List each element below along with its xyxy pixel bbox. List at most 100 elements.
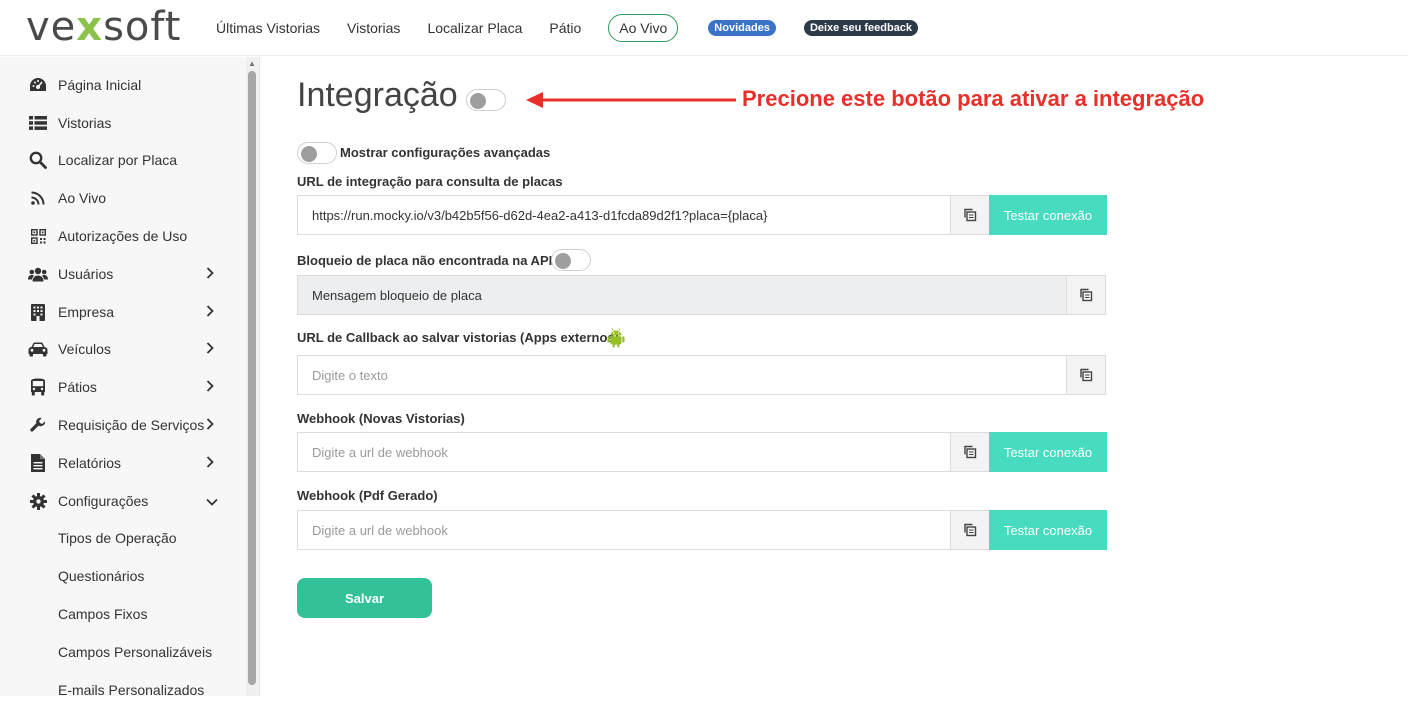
users-icon	[28, 264, 48, 284]
copy-plate-url-button[interactable]	[950, 195, 990, 235]
sidebar-item-label: Configurações	[58, 493, 149, 509]
sidebar-subitem-label: Campos Fixos	[58, 606, 148, 622]
sidebar-item-label: Usuários	[58, 266, 114, 282]
block-plate-label: Bloqueio de placa não encontrada na API	[297, 253, 553, 268]
copy-webhook-new-button[interactable]	[950, 432, 990, 472]
sidebar-item-label: Vistorias	[58, 115, 112, 131]
sidebar-item-pagina-inicial[interactable]: Página Inicial	[0, 66, 245, 104]
sidebar-subitem-tipos-operacao[interactable]: Tipos de Operação	[0, 519, 245, 557]
chevron-right-icon	[206, 266, 214, 282]
callback-url-placeholder: Digite o texto	[312, 367, 388, 383]
copy-icon	[964, 523, 977, 537]
chevron-right-icon	[206, 304, 214, 320]
webhook-new-label: Webhook (Novas Vistorias)	[297, 411, 465, 426]
test-webhook-pdf-button[interactable]: Testar conexão	[989, 510, 1107, 550]
chevron-right-icon	[206, 341, 214, 357]
sidebar-subitem-campos-fixos[interactable]: Campos Fixos	[0, 595, 245, 633]
plate-url-value: https://run.mocky.io/v3/b42b5f56-d62d-4e…	[312, 207, 768, 223]
bus-icon	[28, 377, 48, 397]
sidebar-item-vistorias[interactable]: Vistorias	[0, 104, 245, 142]
callback-url-label: URL de Callback ao salvar vistorias (App…	[297, 330, 619, 345]
sidebar-subitem-label: Questionários	[58, 568, 145, 584]
test-connection-button[interactable]: Testar conexão	[989, 195, 1107, 235]
top-navbar: vexsoft Últimas Vistorias Vistorias Loca…	[0, 0, 1408, 56]
vexsoft-logo[interactable]: vexsoft	[26, 4, 181, 50]
sidebar-item-label: Veículos	[58, 341, 111, 357]
webhook-pdf-label: Webhook (Pdf Gerado)	[297, 488, 438, 503]
block-plate-placeholder: Mensagem bloqueio de placa	[312, 287, 482, 303]
test-webhook-new-button[interactable]: Testar conexão	[989, 432, 1107, 472]
gear-icon	[28, 491, 48, 511]
logo-text-post: soft	[103, 4, 182, 50]
save-button[interactable]: Salvar	[297, 578, 432, 618]
copy-icon	[964, 445, 977, 459]
sidebar-item-patios[interactable]: Pátios	[0, 368, 245, 406]
android-icon	[607, 328, 625, 348]
block-plate-message-input[interactable]: Mensagem bloqueio de placa	[297, 275, 1067, 315]
sidebar-item-label: Relatórios	[58, 455, 122, 471]
sidebar-subitem-questionarios[interactable]: Questionários	[0, 557, 245, 595]
sidebar-item-relatorios[interactable]: Relatórios	[0, 444, 245, 482]
top-nav: Últimas Vistorias Vistorias Localizar Pl…	[216, 0, 946, 56]
sidebar-item-label: Requisição de Serviços	[58, 417, 205, 433]
chevron-right-icon	[206, 379, 214, 395]
advanced-settings-label: Mostrar configurações avançadas	[340, 145, 551, 160]
copy-block-message-button[interactable]	[1066, 275, 1106, 315]
sidebar-item-veiculos[interactable]: Veículos	[0, 330, 245, 368]
nav-ao-vivo[interactable]: Ao Vivo	[608, 14, 679, 42]
sidebar: Página Inicial Vistorias Localizar por P…	[0, 57, 260, 698]
chevron-down-icon	[206, 493, 218, 509]
sidebar-item-autorizacoes[interactable]: Autorizações de Uso	[0, 217, 245, 255]
sidebar-item-empresa[interactable]: Empresa	[0, 293, 245, 331]
block-plate-toggle[interactable]	[551, 249, 591, 271]
chevron-right-icon	[206, 417, 214, 433]
sidebar-item-requisicao-servicos[interactable]: Requisição de Serviços	[0, 406, 245, 444]
copy-callback-url-button[interactable]	[1066, 355, 1106, 395]
scroll-up-icon[interactable]: ▲	[247, 60, 257, 68]
sidebar-item-label: Autorizações de Uso	[58, 228, 188, 244]
sidebar-item-configuracoes[interactable]: Configurações	[0, 482, 245, 520]
copy-webhook-pdf-button[interactable]	[950, 510, 990, 550]
logo-text-x: x	[76, 4, 104, 50]
plate-url-label: URL de integração para consulta de placa…	[297, 174, 563, 189]
building-icon	[28, 302, 48, 322]
copy-icon	[1080, 288, 1093, 302]
sidebar-item-ao-vivo[interactable]: Ao Vivo	[0, 179, 245, 217]
webhook-pdf-input[interactable]: Digite a url de webhook	[297, 510, 951, 550]
page-title: Integração	[297, 76, 458, 114]
callback-url-input[interactable]: Digite o texto	[297, 355, 1067, 395]
sidebar-subitem-campos-personalizaveis[interactable]: Campos Personalizáveis	[0, 633, 245, 671]
sidebar-item-usuarios[interactable]: Usuários	[0, 255, 245, 293]
search-icon	[28, 150, 48, 170]
rss-icon	[28, 188, 48, 208]
copy-icon	[1080, 368, 1093, 382]
webhook-new-input[interactable]: Digite a url de webhook	[297, 432, 951, 472]
nav-ultimas-vistorias[interactable]: Últimas Vistorias	[216, 20, 320, 36]
sidebar-subitem-label: Campos Personalizáveis	[58, 644, 213, 660]
webhook-pdf-placeholder: Digite a url de webhook	[312, 522, 448, 538]
sidebar-item-localizar-placa[interactable]: Localizar por Placa	[0, 141, 245, 179]
plate-url-input[interactable]: https://run.mocky.io/v3/b42b5f56-d62d-4e…	[297, 195, 951, 235]
wrench-icon	[28, 415, 48, 435]
nav-patio[interactable]: Pátio	[549, 20, 581, 36]
sidebar-item-label: Página Inicial	[58, 77, 142, 93]
advanced-settings-toggle[interactable]	[297, 142, 337, 164]
copy-icon	[964, 208, 977, 222]
news-badge[interactable]: Novidades	[708, 20, 776, 36]
sidebar-scroll-thumb[interactable]	[248, 71, 256, 685]
chevron-right-icon	[206, 455, 214, 471]
list-icon	[28, 113, 48, 133]
dashboard-icon	[28, 75, 48, 95]
sidebar-item-label: Pátios	[58, 379, 97, 395]
sidebar-subitem-emails-personalizados[interactable]: E-mails Personalizados	[0, 671, 245, 709]
nav-localizar-placa[interactable]: Localizar Placa	[427, 20, 522, 36]
integration-toggle[interactable]	[466, 89, 506, 111]
logo-text-pre: ve	[26, 4, 77, 50]
sidebar-subitem-label: Tipos de Operação	[58, 530, 177, 546]
annotation-text: Precione este botão para ativar a integr…	[742, 86, 1205, 111]
sidebar-item-label: Empresa	[58, 304, 115, 320]
nav-vistorias[interactable]: Vistorias	[347, 20, 400, 36]
sidebar-item-label: Ao Vivo	[58, 190, 106, 206]
annotation-arrow-icon	[526, 92, 736, 108]
feedback-badge[interactable]: Deixe seu feedback	[803, 20, 919, 36]
